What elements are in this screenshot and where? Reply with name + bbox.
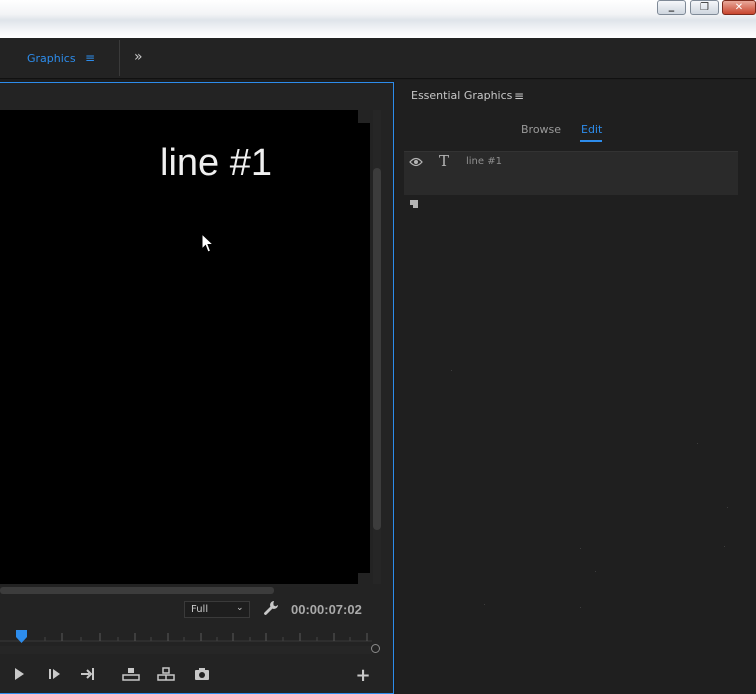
tab-graphics[interactable]: Graphics (27, 52, 76, 65)
add-button[interactable]: + (352, 664, 374, 686)
zoom-handle[interactable] (371, 644, 380, 653)
plus-icon: + (355, 664, 371, 686)
extract-icon (157, 667, 175, 681)
tab-browse[interactable]: Browse (521, 123, 561, 136)
panel-speck (580, 548, 581, 549)
horizontal-scroll-thumb[interactable] (0, 587, 274, 594)
text-layer-icon: T (439, 152, 450, 170)
playhead-marker[interactable] (15, 630, 29, 644)
panel-menu-icon[interactable]: ≡ (514, 89, 524, 103)
new-layer-icon[interactable] (409, 199, 419, 209)
export-frame-button[interactable] (191, 664, 213, 684)
video-preview-edge (358, 123, 370, 573)
tab-menu-icon[interactable]: ≡ (85, 51, 95, 65)
minimize-icon: ▁ (668, 3, 675, 12)
step-forward-button[interactable] (44, 664, 66, 684)
minimize-button[interactable]: ▁ (657, 0, 686, 15)
panel-speck (595, 571, 596, 572)
panel-speck (484, 604, 485, 605)
panel-tab-row (0, 38, 756, 79)
layer-row[interactable] (404, 151, 738, 195)
panel-speck (727, 507, 728, 508)
resolution-value: Full (191, 604, 209, 615)
playhead-timecode[interactable]: 00:00:07:02 (291, 602, 362, 617)
mouse-cursor-icon (201, 233, 215, 253)
wrench-icon[interactable] (263, 600, 279, 616)
close-button[interactable]: ✕ (722, 0, 756, 15)
overflow-chevron-icon[interactable]: » (134, 49, 142, 65)
vertical-scroll-thumb[interactable] (373, 168, 381, 530)
lift-icon (122, 668, 140, 681)
zoom-scroll-bar[interactable] (0, 646, 372, 654)
tab-edit[interactable]: Edit (581, 123, 602, 136)
play-icon (15, 668, 24, 680)
go-to-out-button[interactable] (77, 664, 99, 684)
time-ruler[interactable] (0, 630, 372, 642)
panel-title[interactable]: Essential Graphics (411, 89, 512, 102)
active-tab-indicator (580, 140, 602, 142)
window-title-bar (0, 0, 756, 38)
extract-button[interactable] (155, 664, 177, 684)
overlay-title-text[interactable]: line #1 (160, 142, 272, 185)
lift-button[interactable] (120, 664, 142, 684)
panel-speck (451, 370, 452, 371)
restore-button[interactable]: ❐ (690, 0, 719, 15)
eye-icon[interactable] (409, 156, 423, 168)
camera-icon (195, 668, 209, 680)
close-icon: ✕ (734, 2, 744, 13)
layer-name[interactable]: line #1 (466, 156, 502, 167)
chevron-down-icon: ⌄ (236, 603, 244, 613)
restore-icon: ❐ (700, 2, 709, 13)
panel-speck (580, 607, 581, 608)
go-to-out-icon (81, 668, 94, 680)
play-button[interactable] (8, 664, 30, 684)
panel-speck (697, 443, 698, 444)
tab-divider (119, 40, 120, 76)
step-forward-icon (49, 669, 60, 679)
panel-speck (724, 546, 725, 547)
